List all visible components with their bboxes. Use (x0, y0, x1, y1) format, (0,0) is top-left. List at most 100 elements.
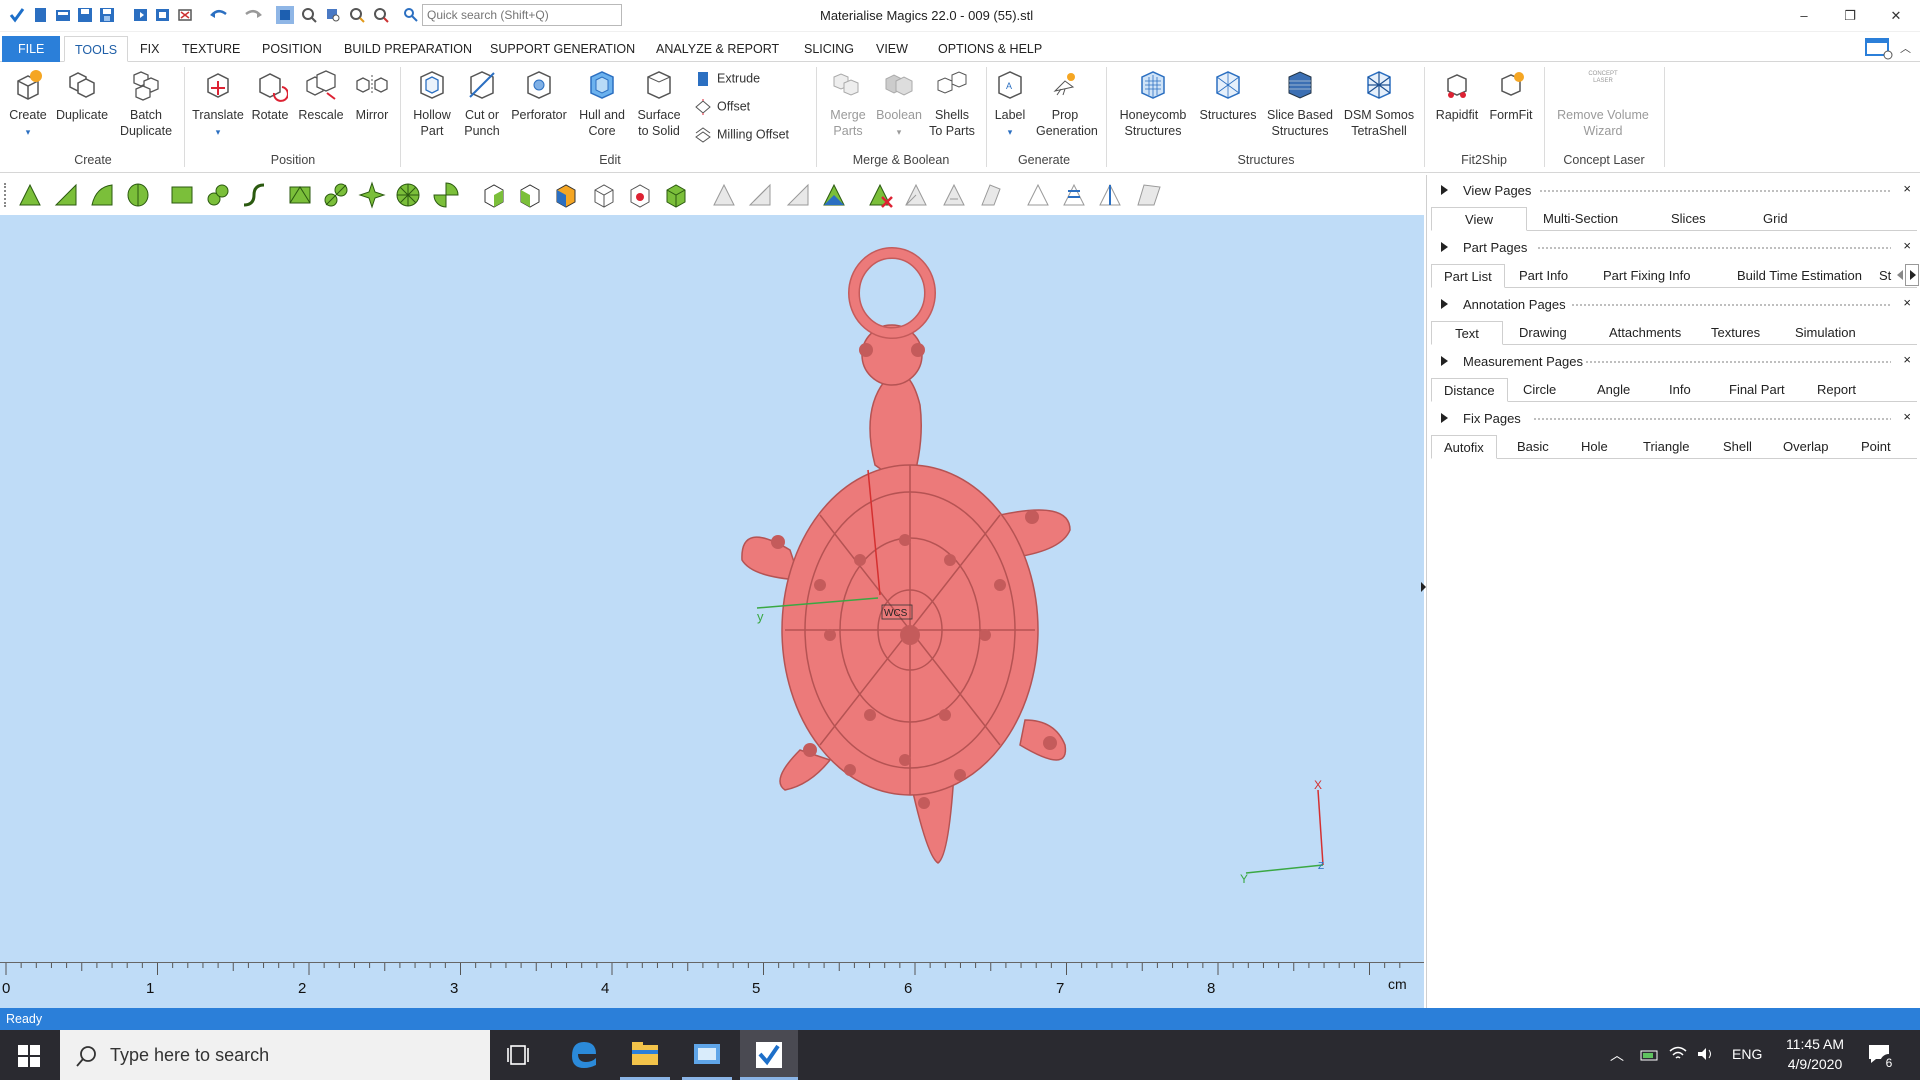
structures-button[interactable]: Structures (1196, 67, 1260, 123)
control-panel-icon[interactable] (678, 1030, 736, 1080)
cut-or-punch-button[interactable]: Cut or Punch (458, 67, 506, 139)
extend-marking-icon[interactable] (902, 181, 930, 209)
import-icon[interactable] (132, 6, 150, 24)
tab-distance[interactable]: Distance (1431, 378, 1508, 402)
brush-select-icon[interactable] (204, 181, 232, 209)
measurement-pages-header[interactable]: Measurement Pages × (1427, 349, 1920, 375)
tab-part-info[interactable]: Part Info (1507, 264, 1580, 288)
mark-cap-icon[interactable] (1134, 181, 1162, 209)
mark-multi-icon[interactable] (1060, 181, 1088, 209)
tab-build-time-estimation[interactable]: Build Time Estimation (1725, 264, 1874, 288)
clock[interactable]: 11:45 AM 4/9/2020 (1780, 1036, 1850, 1072)
merge-parts-button[interactable]: Merge Parts (822, 67, 874, 139)
battery-icon[interactable] (1640, 1046, 1660, 1064)
minimize-button[interactable]: – (1784, 4, 1824, 28)
tab-text[interactable]: Text (1431, 321, 1503, 345)
close-icon[interactable]: × (1903, 295, 1911, 310)
turtle-model[interactable]: WCS y X Y Z (0, 215, 1424, 962)
tab-overlap[interactable]: Overlap (1771, 435, 1841, 459)
tab-multi-section[interactable]: Multi-Section (1531, 207, 1630, 231)
tab-part-fixing-info[interactable]: Part Fixing Info (1591, 264, 1702, 288)
tab-part-list[interactable]: Part List (1431, 264, 1505, 288)
tab-scroll-left-icon[interactable] (1897, 270, 1903, 280)
close-icon[interactable]: × (1903, 409, 1911, 424)
tab-hole[interactable]: Hole (1569, 435, 1620, 459)
tab-point[interactable]: Point (1849, 435, 1903, 459)
undo-icon[interactable] (208, 6, 232, 24)
close-icon[interactable]: × (1903, 352, 1911, 367)
tab-simulation[interactable]: Simulation (1783, 321, 1868, 345)
zoom-out-icon[interactable] (372, 6, 390, 24)
prop-generation-button[interactable]: Prop Generation (1036, 67, 1098, 139)
view-pages-header[interactable]: View Pages × (1427, 178, 1920, 204)
connected-select-icon[interactable] (322, 181, 350, 209)
extrude-button[interactable]: Extrude (694, 71, 760, 87)
hull-and-core-button[interactable]: Hull and Core (574, 67, 630, 139)
tab-options-help[interactable]: OPTIONS & HELP (928, 36, 1052, 62)
line-select-icon[interactable] (240, 181, 268, 209)
print-icon[interactable] (176, 6, 194, 24)
mirror-button[interactable]: Mirror (350, 67, 394, 123)
app-logo-icon[interactable] (8, 6, 26, 24)
fix-pages-header[interactable]: Fix Pages × (1427, 406, 1920, 432)
delete-marked-icon[interactable] (866, 181, 894, 209)
perforator-button[interactable]: Perforator (508, 67, 570, 123)
tab-drawing[interactable]: Drawing (1507, 321, 1579, 345)
tab-fix[interactable]: FIX (130, 36, 169, 62)
window-select-icon[interactable] (286, 181, 314, 209)
tab-attachments[interactable]: Attachments (1597, 321, 1693, 345)
shrink-marking-icon[interactable] (940, 181, 968, 209)
quick-search-input[interactable] (422, 4, 622, 26)
zoom-fit-icon[interactable] (324, 6, 342, 24)
rotate-button[interactable]: Rotate (248, 67, 292, 123)
select-triangle-icon[interactable] (16, 181, 44, 209)
mark-blue-icon[interactable] (1096, 181, 1124, 209)
select-shell-icon[interactable] (124, 181, 152, 209)
duplicate-button[interactable]: Duplicate (54, 67, 110, 123)
panel-settings-icon[interactable] (1864, 36, 1894, 60)
dsm-somos-tetrashell-button[interactable]: DSM Somos TetraShell (1340, 67, 1418, 139)
restore-button[interactable]: ❐ (1830, 4, 1870, 28)
tab-view[interactable]: VIEW (866, 36, 918, 62)
tab-textures[interactable]: Textures (1699, 321, 1772, 345)
star-select-icon[interactable] (358, 181, 386, 209)
wifi-icon[interactable] (1668, 1045, 1688, 1063)
taskbar-search-box[interactable]: Type here to search (60, 1030, 490, 1080)
surface-to-solid-button[interactable]: Surface to Solid (632, 67, 686, 139)
annotation-pages-header[interactable]: Annotation Pages × (1427, 292, 1920, 318)
tab-texture[interactable]: TEXTURE (172, 36, 250, 62)
remove-volume-wizard-button[interactable]: CONCEPT LASER Remove Volume Wizard (1550, 67, 1656, 139)
save-icon[interactable] (76, 6, 94, 24)
tab-report[interactable]: Report (1805, 378, 1868, 402)
tab-triangle[interactable]: Triangle (1631, 435, 1701, 459)
invert-marking-icon[interactable] (820, 181, 848, 209)
tab-slicing[interactable]: SLICING (794, 36, 864, 62)
cube-view-marked-icon[interactable] (626, 181, 654, 209)
tab-circle[interactable]: Circle (1511, 378, 1568, 402)
mark-edge-icon[interactable] (976, 181, 1004, 209)
magics-app-icon[interactable] (740, 1030, 798, 1080)
tab-analyze-report[interactable]: ANALYZE & REPORT (646, 36, 789, 62)
unmark-surface-icon[interactable] (784, 181, 812, 209)
fan-select-icon[interactable] (432, 181, 460, 209)
select-surface-icon[interactable] (88, 181, 116, 209)
batch-duplicate-button[interactable]: Batch Duplicate (118, 67, 174, 139)
close-icon[interactable]: × (1903, 181, 1911, 196)
create-button[interactable]: Create ▾ (6, 67, 50, 140)
windows-start-icon[interactable] (18, 1045, 40, 1067)
file-explorer-icon[interactable] (616, 1030, 674, 1080)
panel-grip[interactable] (1539, 189, 1891, 194)
tab-shell[interactable]: Shell (1711, 435, 1764, 459)
panel-grip[interactable] (1571, 303, 1891, 308)
tab-slices[interactable]: Slices (1659, 207, 1718, 231)
tab-view-page[interactable]: View (1431, 207, 1527, 231)
tab-file[interactable]: FILE (2, 36, 61, 62)
rapidfit-button[interactable]: Rapidfit (1430, 67, 1484, 123)
unmark-plane-icon[interactable] (746, 181, 774, 209)
lasso-select-icon[interactable] (168, 181, 196, 209)
tab-basic[interactable]: Basic (1505, 435, 1561, 459)
close-icon[interactable]: × (1903, 238, 1911, 253)
volume-icon[interactable] (1696, 1045, 1716, 1063)
language-indicator[interactable]: ENG (1732, 1046, 1762, 1062)
tab-info[interactable]: Info (1657, 378, 1703, 402)
